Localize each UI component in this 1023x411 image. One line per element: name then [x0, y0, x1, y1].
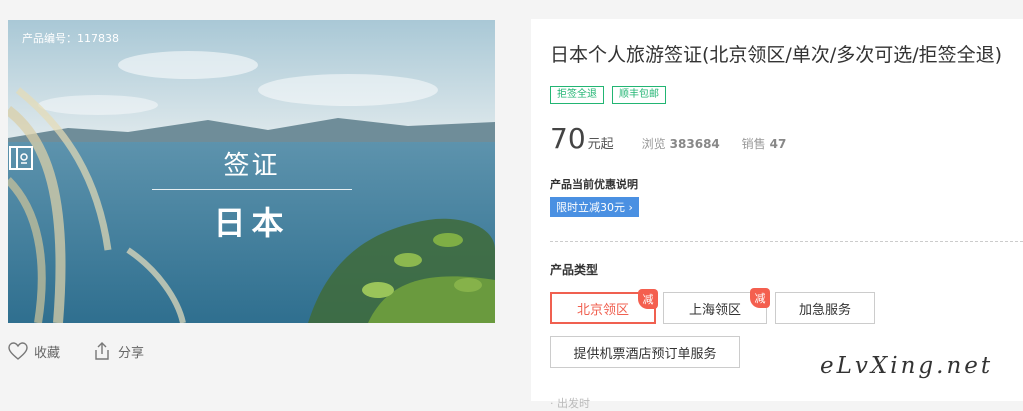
departure-label: · 出发时	[550, 397, 590, 410]
price-row: 70 元起 浏览 383684 销售 47	[550, 122, 804, 155]
promo-title: 产品当前优惠说明	[550, 178, 638, 191]
views-label: 浏览	[641, 137, 666, 151]
product-number: 产品编号：117838	[22, 32, 119, 45]
hero-divider	[151, 189, 352, 190]
favorite-label: 收藏	[34, 345, 61, 361]
product-image: 产品编号：117838 签证 日本	[8, 20, 495, 323]
option-booking-service[interactable]: 提供机票酒店预订单服务	[550, 336, 740, 368]
sales-count: 47	[769, 137, 787, 151]
tag-refund: 拒签全退	[550, 86, 604, 104]
share-label: 分享	[118, 345, 145, 361]
share-button[interactable]: 分享	[92, 341, 144, 361]
option-label: 北京领区	[576, 302, 629, 318]
discount-badge: 减	[750, 288, 770, 308]
tag-free-shipping: 顺丰包邮	[612, 86, 666, 104]
discount-badge: 减	[638, 289, 658, 309]
price-value: 70	[550, 122, 586, 155]
product-info-panel: 日本个人旅游签证(北京领区/单次/多次可选/拒签全退) 拒签全退 顺丰包邮 70…	[531, 19, 1023, 410]
section-divider	[550, 241, 1023, 242]
passport-icon	[9, 146, 33, 170]
visa-label: 签证	[223, 151, 280, 181]
service-tags: 拒签全退 顺丰包邮	[550, 86, 666, 104]
product-stats: 浏览 383684 销售 47	[642, 135, 805, 152]
favorite-button[interactable]: 收藏	[8, 341, 60, 361]
product-actions: 收藏 分享	[8, 341, 144, 361]
price-unit: 元起	[587, 137, 614, 152]
option-label: 加急服务	[798, 302, 851, 318]
option-label: 提供机票酒店预订单服务	[573, 346, 717, 362]
option-beijing-district[interactable]: 北京领区 减	[550, 289, 658, 324]
sales-label: 销售	[741, 137, 766, 151]
product-title: 日本个人旅游签证(北京领区/单次/多次可选/拒签全退)	[550, 44, 1003, 66]
option-express-service[interactable]: 加急服务	[775, 292, 875, 324]
option-label: 上海领区	[688, 302, 741, 318]
heart-icon	[8, 342, 28, 360]
hero-caption: 签证 日本	[8, 145, 495, 244]
option-shanghai-district[interactable]: 上海领区 减	[663, 288, 770, 324]
share-icon	[95, 342, 109, 360]
promo-badge[interactable]: 限时立减30元 ›	[550, 197, 639, 217]
product-type-title: 产品类型	[550, 263, 599, 277]
country-label: 日本	[213, 204, 290, 242]
watermark: eLvXing.net	[820, 353, 994, 379]
views-count: 383684	[669, 137, 720, 151]
product-gallery: 产品编号：117838 签证 日本 收藏 分享	[0, 0, 520, 401]
